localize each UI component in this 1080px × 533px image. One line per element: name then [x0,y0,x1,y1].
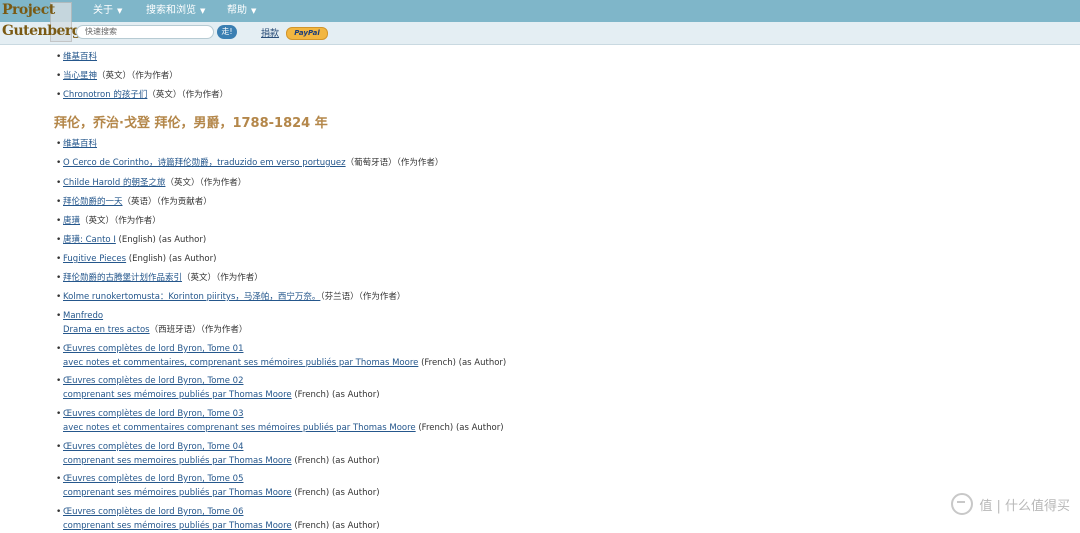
nav-about-label: 关于 [93,5,113,16]
book-link[interactable]: 维基百科 [63,139,97,149]
book-link[interactable]: Chronotron 的孩子们 [63,90,147,100]
nav-about[interactable]: 关于 ▼ [93,0,122,22]
bullet: • [56,474,62,484]
book-link[interactable]: 当心星神 [63,71,97,81]
bullet: • [56,216,62,226]
book-meta: (French) (as Author) [294,390,380,400]
book-link[interactable]: 唐璜: Canto I [63,235,116,245]
book-link[interactable]: Manfredo [63,311,103,321]
book-link[interactable]: 拜伦勋爵的古腾堡计划作品索引 [63,273,182,283]
search-go-button[interactable]: 走! [217,25,237,39]
book-link[interactable]: Childe Harold 的朝圣之旅 [63,178,165,188]
book-link[interactable]: Œuvres complètes de lord Byron, Tome 03 [63,409,243,419]
bullet: • [56,52,62,62]
bullet: • [56,311,62,321]
bullet: • [56,409,62,419]
book-meta: （英文）（作为作者） [147,90,229,100]
bullet: • [56,235,62,245]
watermark-text: 值 | 什么值得买 [979,498,1070,514]
book-link[interactable]: Œuvres complètes de lord Byron, Tome 06 [63,507,243,517]
book-meta: (French) (as Author) [418,423,504,433]
book-link[interactable]: Œuvres complètes de lord Byron, Tome 05 [63,474,243,484]
bullet: • [56,254,62,264]
site-header: Project Gutenberg 关于 ▼ 搜索和浏览 ▼ 帮助 ▼ 快速搜索… [0,0,1080,45]
project-gutenberg-logo[interactable]: Project Gutenberg [0,0,82,44]
book-meta: (English) (as Author) [128,254,217,264]
book-meta: (French) (as Author) [294,521,380,531]
book-meta: （英文）（作为作者） [182,273,263,283]
nav-help-label: 帮助 [227,5,247,16]
book-subtitle-link[interactable]: comprenant ses mémoires publiés par Thom… [63,390,292,400]
book-subtitle-link[interactable]: avec notes et commentaires comprenant se… [63,423,416,433]
logo-line1: Project [2,2,55,18]
paypal-button[interactable]: PayPal [286,27,328,40]
watermark: 值 | 什么值得买 [951,493,1070,515]
bullet: • [56,507,62,517]
book-meta: （英文）（作为作者） [80,216,161,226]
watermark-icon [951,493,974,515]
book-meta: （葡萄牙语）（作为作者） [345,158,444,168]
book-link[interactable]: Œuvres complètes de lord Byron, Tome 04 [63,442,243,452]
book-meta: (French) (as Author) [421,358,507,368]
bullet: • [56,442,62,452]
author-heading: 拜伦，乔治·戈登 拜伦，男爵，1788-1824 年 [54,116,328,131]
quick-search-input[interactable]: 快速搜索 [76,25,214,39]
nav-search-browse-label: 搜索和浏览 [146,5,196,16]
bullet: • [56,292,62,302]
caret-down-icon: ▼ [251,7,257,15]
book-link[interactable]: Fugitive Pieces [63,254,126,264]
bullet: • [56,139,62,149]
book-link[interactable]: Œuvres complètes de lord Byron, Tome 01 [63,344,243,354]
book-link[interactable]: 唐璜 [63,216,80,226]
nav-search-browse[interactable]: 搜索和浏览 ▼ [146,0,205,22]
book-meta: （英语）（作为贡献者） [122,197,212,207]
bullet: • [56,376,62,386]
book-subtitle-link[interactable]: comprenant ses mémoires publiés par Thom… [63,488,292,498]
book-meta: （西班牙语）（作为作者） [149,325,248,335]
book-link[interactable]: 拜伦勋爵的一天 [63,197,123,207]
bullet: • [56,90,62,100]
book-subtitle-link[interactable]: avec notes et commentaires, comprenant s… [63,358,418,368]
book-meta: （芬兰语）（作为作者） [320,292,406,302]
book-link[interactable]: Œuvres complètes de lord Byron, Tome 02 [63,376,243,386]
book-meta: (French) (as Author) [294,456,380,466]
book-meta: (French) (as Author) [294,488,380,498]
bullet: • [56,178,62,188]
bullet: • [56,273,62,283]
book-meta: （英文）（作为作者） [165,178,247,188]
book-meta: (English) (as Author) [118,235,207,245]
book-subtitle-link[interactable]: Drama en tres actos [63,325,150,335]
book-link[interactable]: 维基百科 [63,52,97,62]
nav-help[interactable]: 帮助 ▼ [227,0,256,22]
book-link[interactable]: O Cerco de Corintho，诗篇拜伦勋爵，traduzido em … [63,158,346,168]
bullet: • [56,344,62,354]
logo-line2: Gutenberg [2,23,82,39]
donate-link[interactable]: 捐款 [261,26,279,39]
book-subtitle-link[interactable]: comprenant ses memoires publiés par Thom… [63,456,292,466]
caret-down-icon: ▼ [200,7,206,15]
book-link[interactable]: Kolme runokertomusta：Korinton piiritys，马… [63,292,320,302]
book-meta: （英文）（作为作者） [97,71,178,81]
bullet: • [56,197,62,207]
caret-down-icon: ▼ [117,7,123,15]
bullet: • [56,158,62,168]
book-subtitle-link[interactable]: comprenant ses mémoires publiés par Thom… [63,521,292,531]
bullet: • [56,71,62,81]
